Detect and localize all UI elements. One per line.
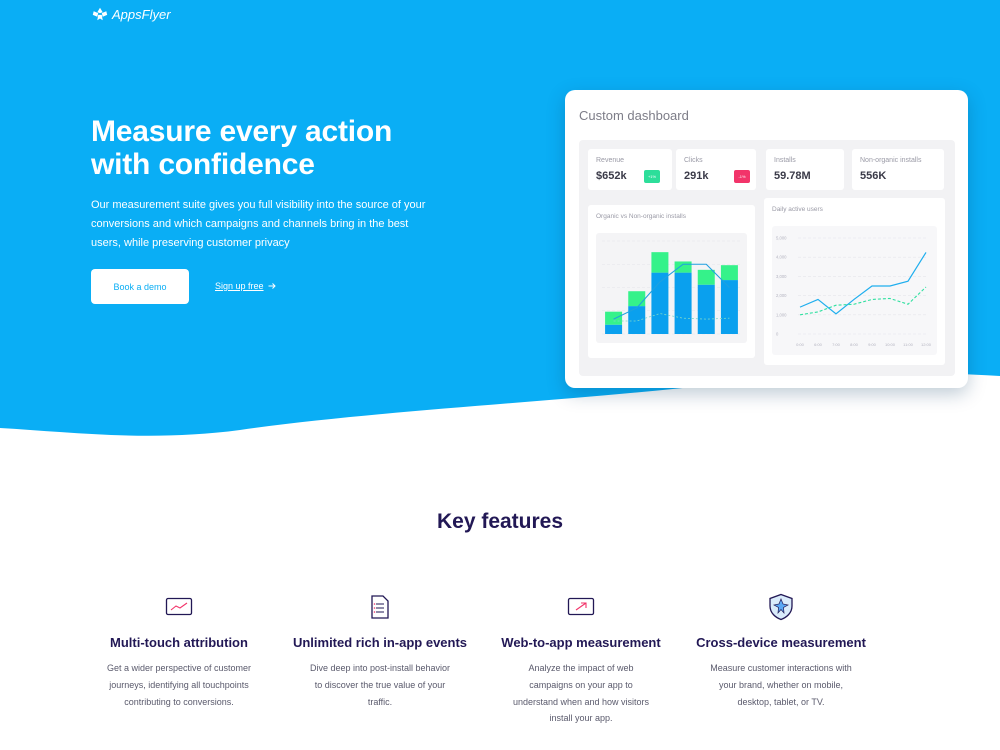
x-tick-label: 10:00: [885, 342, 896, 347]
hero-title: Measure every action with confidence: [91, 115, 393, 181]
kpi-label: Clicks: [684, 157, 703, 164]
bar-organic: [605, 311, 623, 325]
key-features-title: Key features: [436, 510, 564, 533]
x-tick-label: 8:00: [850, 342, 859, 347]
feature-title: Multi-touch attribution: [110, 635, 248, 650]
bar-organic: [651, 252, 669, 273]
x-tick-label: 12:00: [921, 342, 932, 347]
x-tick-label: 9:00: [868, 342, 877, 347]
panel-title: Organic vs Non-organic installs: [596, 213, 686, 220]
feature-description: Get a wider perspective of customer jour…: [106, 663, 252, 707]
kpi-value: $652k: [596, 170, 627, 182]
bar-organic: [674, 261, 692, 273]
feature-rich-in-app-events: Unlimited rich in-app events Dive deep i…: [290, 592, 470, 710]
x-tick-label: 7:00: [832, 342, 841, 347]
page: AppsFlyer Measure every action with conf…: [0, 0, 1000, 750]
bar-organic: [720, 265, 738, 281]
chart-screen-icon: [165, 597, 193, 616]
daily-active-users-chart: 01,0002,0003,0004,0005,0000:00 6:00 7:00 8:…: [772, 226, 937, 355]
y-tick-label: 3,000: [776, 274, 787, 279]
y-tick-label: 2,000: [776, 293, 787, 298]
sign-up-free-label: Sign up free: [215, 281, 264, 291]
organic-installs-chart: [596, 233, 747, 343]
appsflyer-logo-icon: [92, 7, 108, 21]
feature-web-to-app-measurement: Web-to-app measurement Analyze the impac…: [491, 592, 671, 727]
bar-organic: [628, 291, 646, 307]
kpi-installs: Installs 59.78M: [766, 149, 844, 190]
bar-non-organic: [605, 324, 623, 334]
x-tick-label: 11:00: [903, 342, 913, 347]
web-to-app-icon: [567, 597, 595, 616]
hero-description: Our measurement suite gives you full vis…: [91, 199, 426, 249]
y-tick-label: 4,000: [776, 255, 787, 260]
kpi-badge-down: -1%: [734, 170, 750, 183]
feature-description: Dive deep into post-install behavior to …: [309, 663, 451, 707]
kpi-label: Non-organic installs: [860, 157, 922, 164]
dashboard-card: Custom dashboard Revenue $652k +1% Click…: [565, 90, 968, 388]
feature-title: Web-to-app measurement: [501, 635, 661, 650]
y-tick-label: 5,000: [776, 236, 787, 241]
kpi-value: 291k: [684, 170, 709, 182]
kpi-revenue: Revenue $652k +1%: [588, 149, 672, 190]
panel-title: Daily active users: [772, 206, 823, 213]
kpi-label: Installs: [774, 157, 796, 164]
kpi-clicks: Clicks 291k -1%: [676, 149, 756, 190]
document-list-icon: [371, 595, 389, 619]
kpi-label: Revenue: [596, 157, 625, 164]
feature-description: Analyze the impact of web campaigns on y…: [512, 663, 650, 724]
kpi-badge-up: +1%: [644, 170, 660, 183]
kpi-non-organic-installs: Non-organic installs 556K: [852, 149, 944, 190]
x-tick-label: 0:00: [796, 342, 805, 347]
x-tick-label: 6:00: [814, 342, 823, 347]
feature-description: Measure customer interactions with your …: [710, 663, 852, 707]
y-tick-label: 1,000: [776, 312, 787, 317]
dashboard-title: Custom dashboard: [579, 108, 689, 123]
feature-title: Cross-device measurement: [696, 635, 866, 650]
bar-non-organic: [697, 284, 715, 334]
feature-cross-device-measurement: Cross-device measurement Measure custome…: [691, 592, 871, 710]
daily-active-users-panel: Daily active users 0 1,000 2,000 3,000 4,000…: [764, 198, 945, 365]
bar-non-organic: [720, 280, 738, 334]
brand-logo[interactable]: AppsFlyer: [91, 5, 171, 23]
feature-multi-touch-attribution: Multi-touch attribution Get a wider pers…: [89, 592, 269, 710]
arrow-right-icon: [268, 283, 276, 289]
bar-non-organic: [674, 272, 692, 334]
bar-organic: [697, 269, 715, 285]
book-demo-button[interactable]: Book a demo: [91, 269, 189, 304]
shield-icon: [769, 593, 793, 621]
dashboard-body: Revenue $652k +1% Clicks 291k -1% Instal…: [579, 140, 955, 376]
feature-title: Unlimited rich in-app events: [292, 635, 468, 650]
kpi-value: 556K: [860, 170, 887, 182]
brand-name: AppsFlyer: [112, 6, 171, 22]
organic-installs-panel: Organic vs Non-organic installs: [588, 205, 755, 358]
kpi-value: 59.78M: [774, 170, 811, 182]
sign-up-free-link[interactable]: Sign up free: [215, 281, 276, 291]
